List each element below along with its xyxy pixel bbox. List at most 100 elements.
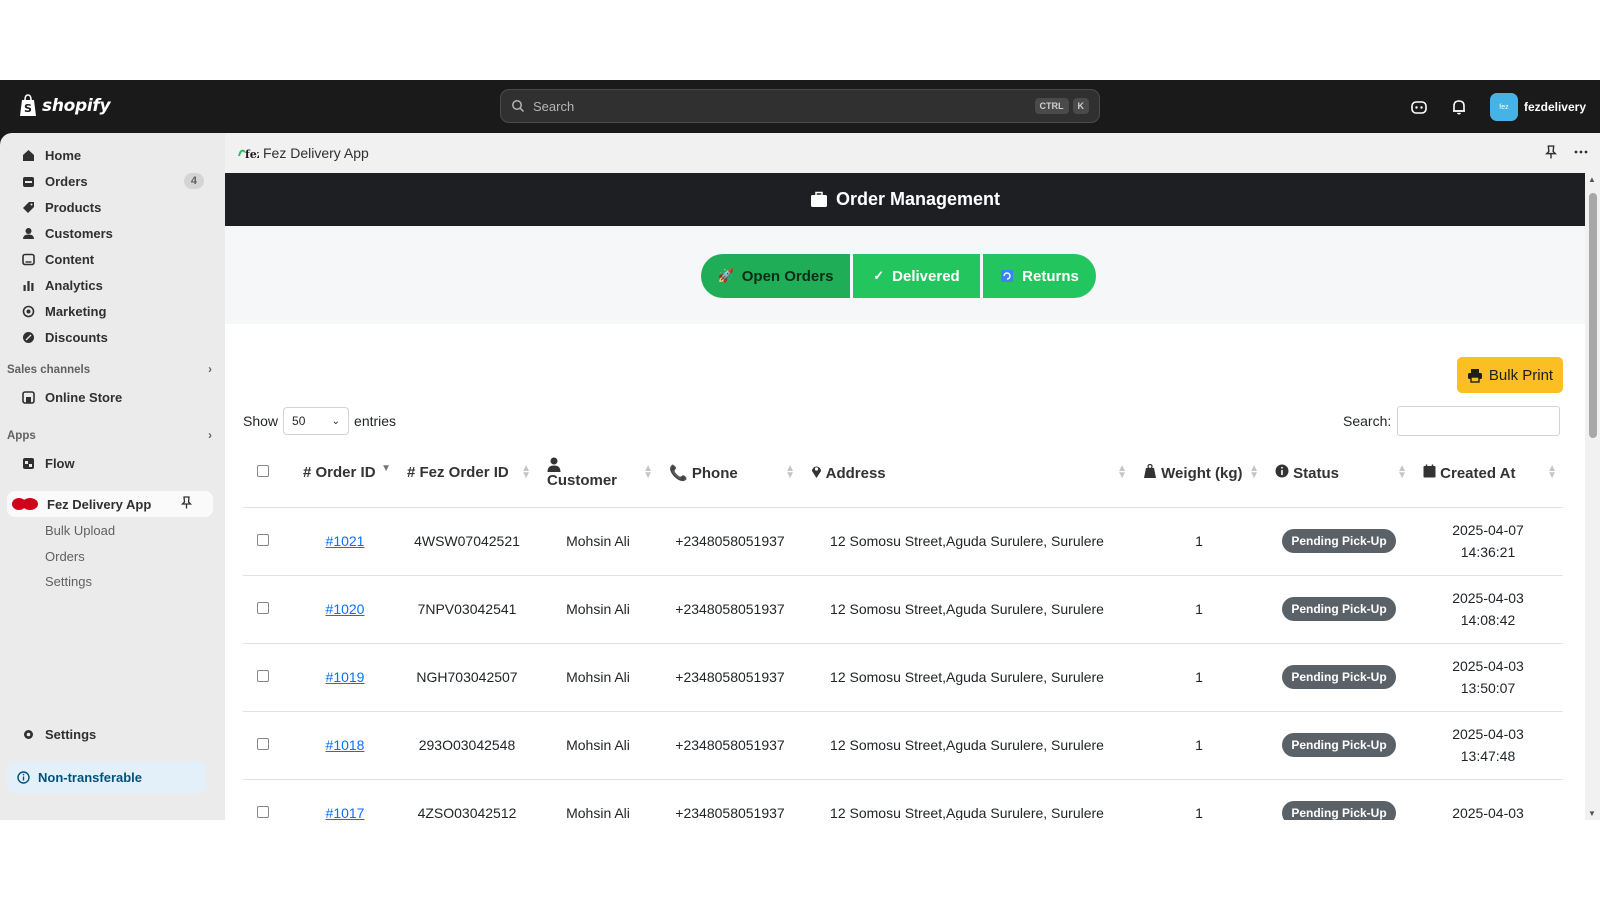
sidebar-item-fez-delivery-app[interactable]: Fez Delivery App xyxy=(7,491,213,517)
brand-name: shopify xyxy=(42,96,111,116)
header-customer[interactable]: Customer ▲ ▼ xyxy=(537,439,659,508)
select-all-checkbox[interactable] xyxy=(257,465,269,478)
created-time: 13:50:07 xyxy=(1460,680,1516,696)
table-search-label: Search: xyxy=(1343,413,1392,429)
weight-icon xyxy=(1144,463,1156,478)
sidebar-item-flow[interactable]: Flow xyxy=(10,451,210,475)
sidebar-item-content[interactable]: Content xyxy=(10,247,210,271)
avatar: fez xyxy=(1489,93,1518,121)
entries-select[interactable]: 50 ⌄ xyxy=(283,407,350,435)
scroll-down-icon[interactable]: ▼ xyxy=(1588,809,1596,818)
tab-returns[interactable]: Returns xyxy=(983,254,1096,298)
order-link[interactable]: #1017 xyxy=(326,805,365,820)
header-order-id[interactable]: # Order ID ▼ xyxy=(293,439,397,508)
order-link[interactable]: #1021 xyxy=(326,533,365,549)
search-placeholder: Search xyxy=(533,98,575,114)
sort-desc-icon: ▼ xyxy=(381,463,391,474)
header-label: Phone xyxy=(691,464,738,482)
created-at-cell: 2025-04-03 14:08:42 xyxy=(1413,575,1563,644)
sidebar-sub-bulk-upload[interactable]: Bulk Upload xyxy=(45,523,115,538)
status-badge: Pending Pick-Up xyxy=(1282,597,1396,621)
sidebar-item-products[interactable]: Products xyxy=(10,195,210,219)
scroll-up-icon[interactable]: ▲ xyxy=(1588,175,1596,184)
table-search-input[interactable] xyxy=(1397,406,1561,436)
sidebar-item-discounts[interactable]: Discounts xyxy=(10,325,210,349)
person-icon xyxy=(23,227,34,239)
tab-label: Open Orders xyxy=(741,267,834,285)
sidebar: Home Orders 4 Products Customers Content… xyxy=(0,133,225,820)
weight-cell: 1 xyxy=(1133,711,1265,780)
shortcut-k: K xyxy=(1072,98,1089,114)
order-id-cell: #1019 xyxy=(293,643,397,712)
row-checkbox[interactable] xyxy=(257,670,269,682)
order-tabs: 🚀 Open Orders ✓ Delivered Returns xyxy=(701,254,1096,298)
gear-icon xyxy=(24,729,33,739)
tab-open-orders[interactable]: 🚀 Open Orders xyxy=(701,254,850,298)
header-weight[interactable]: Weight (kg) ▲ ▼ xyxy=(1133,439,1265,508)
created-time: 14:36:21 xyxy=(1460,544,1516,560)
sidebar-item-analytics[interactable]: Analytics xyxy=(10,273,210,297)
map-pin-icon xyxy=(812,466,821,478)
row-checkbox[interactable] xyxy=(257,602,269,614)
header-status[interactable]: Status ▲ ▼ xyxy=(1265,439,1413,508)
rocket-icon: 🚀 xyxy=(717,268,734,283)
row-select-cell xyxy=(243,711,293,780)
sidebar-item-home[interactable]: Home xyxy=(10,143,210,167)
order-link[interactable]: #1019 xyxy=(326,669,365,685)
shopify-logo[interactable]: S shopify xyxy=(18,94,111,118)
customer-cell: Mohsin Ali xyxy=(537,711,659,780)
sidebar-item-marketing[interactable]: Marketing xyxy=(10,299,210,323)
tag-icon xyxy=(23,201,34,213)
sidebar-sub-settings[interactable]: Settings xyxy=(45,574,92,589)
sidebar-item-orders[interactable]: Orders 4 xyxy=(10,169,210,193)
sidebar-item-online-store[interactable]: Online Store xyxy=(10,385,210,409)
created-date: 2025-04-07 xyxy=(1452,522,1524,538)
status-badge: Pending Pick-Up xyxy=(1282,801,1396,820)
shortcut-ctrl: CTRL xyxy=(1034,98,1069,114)
tab-delivered[interactable]: ✓ Delivered xyxy=(853,254,980,298)
sidekick-icon[interactable] xyxy=(1410,98,1428,116)
customer-cell: Mohsin Ali xyxy=(537,507,659,576)
row-checkbox[interactable] xyxy=(257,534,269,546)
apps-section[interactable]: Apps › xyxy=(7,430,212,442)
tab-label: Delivered xyxy=(892,267,960,285)
order-link[interactable]: #1020 xyxy=(326,601,365,617)
non-transferable-label: Non-transferable xyxy=(38,769,143,785)
pin-icon[interactable] xyxy=(1544,145,1558,159)
sidebar-sub-orders[interactable]: Orders xyxy=(45,549,85,564)
global-search[interactable]: Search CTRL K xyxy=(500,89,1100,123)
fez-order-id-cell: 293O03042548 xyxy=(397,711,537,780)
bell-icon[interactable] xyxy=(1450,98,1468,116)
header-created-at[interactable]: Created At ▲ ▼ xyxy=(1413,439,1563,508)
pin-icon[interactable] xyxy=(180,496,193,509)
order-link[interactable]: #1018 xyxy=(326,737,365,753)
order-id-cell: #1018 xyxy=(293,711,397,780)
app-scrollbar[interactable]: ▲ ▼ xyxy=(1585,173,1600,820)
more-icon[interactable] xyxy=(1574,145,1588,159)
sort-icon: ▲ ▼ xyxy=(1249,463,1259,481)
bulk-print-button[interactable]: Bulk Print xyxy=(1457,357,1563,393)
header-phone[interactable]: 📞 Phone ▲ ▼ xyxy=(659,439,801,508)
sales-channels-label: Sales channels xyxy=(7,364,91,376)
scrollbar-thumb[interactable] xyxy=(1589,193,1597,438)
created-date: 2025-04-03 xyxy=(1452,726,1524,742)
non-transferable-banner[interactable]: Non-transferable xyxy=(7,761,206,793)
sidebar-item-label: Flow xyxy=(45,455,75,471)
sidebar-item-label: Customers xyxy=(45,225,113,241)
row-checkbox[interactable] xyxy=(257,738,269,750)
entries-label: entries xyxy=(354,413,397,429)
status-cell: Pending Pick-Up xyxy=(1265,507,1413,576)
header-address[interactable]: Address ▲ ▼ xyxy=(801,439,1133,508)
sidebar-item-customers[interactable]: Customers xyxy=(10,221,210,245)
row-checkbox[interactable] xyxy=(257,806,269,818)
sales-channels-section[interactable]: Sales channels › xyxy=(7,364,212,376)
bulk-print-label: Bulk Print xyxy=(1488,366,1554,384)
sidebar-item-label: Analytics xyxy=(45,277,103,293)
target-icon xyxy=(22,305,35,317)
order-id-cell: #1021 xyxy=(293,507,397,576)
entries-value: 50 xyxy=(292,414,306,428)
sidebar-item-settings[interactable]: Settings xyxy=(10,722,210,746)
header-fez-order-id[interactable]: # Fez Order ID ▲ ▼ xyxy=(397,439,537,508)
user-menu[interactable]: fez fezdelivery xyxy=(1489,93,1586,121)
phone-cell: +2348058051937 xyxy=(659,507,801,576)
